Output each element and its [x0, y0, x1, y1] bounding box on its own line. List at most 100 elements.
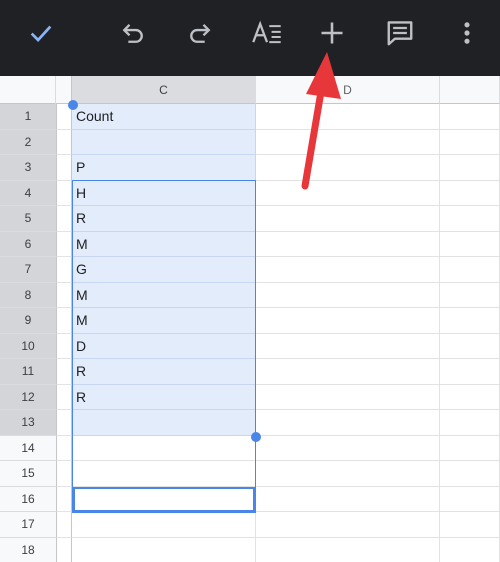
cell-e[interactable]	[440, 104, 500, 130]
cell-c[interactable]: R	[72, 206, 256, 232]
cell-e[interactable]	[440, 308, 500, 334]
cell-c[interactable]	[72, 486, 256, 512]
cell-c[interactable]: M	[72, 308, 256, 334]
cell-d[interactable]	[256, 410, 440, 436]
table-row: 18	[0, 537, 500, 562]
row-header[interactable]: 8	[0, 282, 56, 308]
frozen-gap	[56, 333, 72, 359]
cell-c[interactable]: H	[72, 180, 256, 206]
frozen-gap	[56, 231, 72, 257]
table-row: 12 R	[0, 384, 500, 410]
row-header[interactable]: 12	[0, 384, 56, 410]
cell-c[interactable]	[72, 410, 256, 436]
cell-d[interactable]	[256, 435, 440, 461]
cell-e[interactable]	[440, 486, 500, 512]
row-header[interactable]: 10	[0, 333, 56, 359]
row-header[interactable]: 3	[0, 155, 56, 181]
cell-e[interactable]	[440, 359, 500, 385]
cell-c[interactable]: R	[72, 384, 256, 410]
cell-d[interactable]	[256, 359, 440, 385]
row-header[interactable]: 4	[0, 180, 56, 206]
cell-e[interactable]	[440, 384, 500, 410]
cell-c[interactable]	[72, 537, 256, 562]
row-header[interactable]: 11	[0, 359, 56, 385]
frozen-gap	[56, 410, 72, 436]
column-header-e[interactable]	[440, 76, 500, 104]
cell-e[interactable]	[440, 461, 500, 487]
cell-d[interactable]	[256, 155, 440, 181]
cell-e[interactable]	[440, 231, 500, 257]
redo-icon	[190, 24, 211, 43]
row-header[interactable]: 5	[0, 206, 56, 232]
cell-c[interactable]: D	[72, 333, 256, 359]
comment-button[interactable]	[376, 13, 424, 53]
cell-e[interactable]	[440, 537, 500, 562]
column-header-d[interactable]: D	[256, 76, 440, 104]
more-options-button[interactable]	[443, 13, 491, 53]
cell-d[interactable]	[256, 486, 440, 512]
row-header[interactable]: 2	[0, 129, 56, 155]
cell-e[interactable]	[440, 333, 500, 359]
row-header[interactable]: 13	[0, 410, 56, 436]
cell-d[interactable]	[256, 308, 440, 334]
cell-e[interactable]	[440, 129, 500, 155]
cell-c[interactable]: M	[72, 282, 256, 308]
cell-e[interactable]	[440, 410, 500, 436]
cell-c[interactable]: Count	[72, 104, 256, 130]
cell-d[interactable]	[256, 384, 440, 410]
cell-c[interactable]	[72, 435, 256, 461]
done-button[interactable]	[17, 13, 65, 53]
row-header[interactable]: 1	[0, 104, 56, 130]
cell-d[interactable]	[256, 512, 440, 538]
frozen-gap	[56, 537, 72, 562]
cell-c[interactable]	[72, 512, 256, 538]
frozen-gap	[56, 206, 72, 232]
row-header[interactable]: 16	[0, 486, 56, 512]
cell-e[interactable]	[440, 512, 500, 538]
frozen-gap	[56, 435, 72, 461]
cell-c[interactable]	[72, 461, 256, 487]
cell-c[interactable]: R	[72, 359, 256, 385]
undo-button[interactable]	[109, 13, 157, 53]
table-row: 5R	[0, 206, 500, 232]
cell-c[interactable]: M	[72, 231, 256, 257]
column-header-c[interactable]: C	[72, 76, 256, 104]
cell-d[interactable]	[256, 333, 440, 359]
cell-d[interactable]	[256, 206, 440, 232]
cell-e[interactable]	[440, 282, 500, 308]
cell-d[interactable]	[256, 104, 440, 130]
selection-start-handle[interactable]	[68, 100, 78, 110]
cell-d[interactable]	[256, 257, 440, 283]
table-row: 6M	[0, 231, 500, 257]
table-row: 17	[0, 512, 500, 538]
row-header[interactable]: 7	[0, 257, 56, 283]
row-header[interactable]: 18	[0, 537, 56, 562]
cell-d[interactable]	[256, 129, 440, 155]
frozen-gap	[56, 257, 72, 283]
cell-e[interactable]	[440, 206, 500, 232]
cell-e[interactable]	[440, 180, 500, 206]
cell-d[interactable]	[256, 231, 440, 257]
cell-d[interactable]	[256, 537, 440, 562]
row-header[interactable]: 15	[0, 461, 56, 487]
cell-e[interactable]	[440, 435, 500, 461]
redo-button[interactable]	[176, 13, 224, 53]
format-text-button[interactable]	[243, 13, 291, 53]
cell-d[interactable]	[256, 180, 440, 206]
selection-end-handle[interactable]	[251, 432, 261, 442]
frozen-gap	[56, 359, 72, 385]
cell-e[interactable]	[440, 155, 500, 181]
row-header[interactable]: 14	[0, 435, 56, 461]
row-header[interactable]: 17	[0, 512, 56, 538]
cell-c[interactable]: P	[72, 155, 256, 181]
insert-button[interactable]	[308, 13, 356, 53]
cell-e[interactable]	[440, 257, 500, 283]
cell-c[interactable]	[72, 129, 256, 155]
comment-icon	[387, 21, 413, 46]
row-header[interactable]: 6	[0, 231, 56, 257]
cell-d[interactable]	[256, 461, 440, 487]
row-header[interactable]: 9	[0, 308, 56, 334]
select-all-corner[interactable]	[0, 76, 72, 104]
cell-d[interactable]	[256, 282, 440, 308]
cell-c[interactable]: G	[72, 257, 256, 283]
